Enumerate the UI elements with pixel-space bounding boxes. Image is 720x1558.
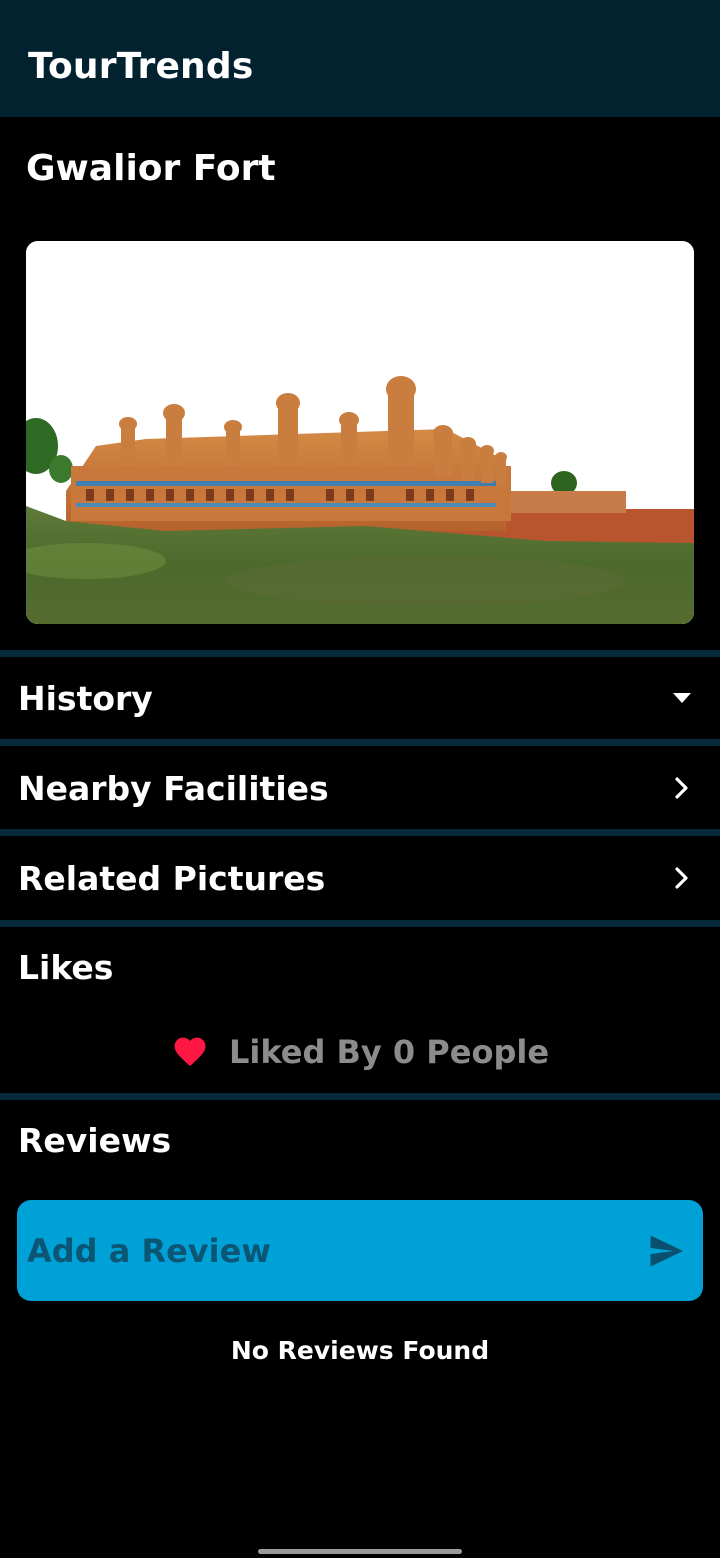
divider bbox=[0, 650, 720, 657]
caret-down-icon bbox=[662, 678, 702, 718]
reviews-title: Reviews bbox=[18, 1121, 172, 1160]
divider bbox=[0, 1093, 720, 1100]
review-input-container bbox=[17, 1200, 703, 1301]
home-indicator[interactable] bbox=[258, 1549, 462, 1554]
heart-icon[interactable] bbox=[171, 1033, 209, 1071]
chevron-right-icon bbox=[662, 858, 702, 898]
likes-title: Likes bbox=[18, 948, 114, 987]
place-title: Gwalior Fort bbox=[26, 148, 276, 189]
place-photo bbox=[26, 241, 694, 624]
chevron-right-icon bbox=[662, 768, 702, 808]
history-section-toggle[interactable]: History bbox=[0, 657, 720, 739]
divider bbox=[0, 739, 720, 746]
likes-count-text: Liked By 0 People bbox=[228, 1033, 550, 1071]
related-pictures-section[interactable]: Related Pictures bbox=[0, 837, 720, 919]
app-bar: TourTrends bbox=[0, 0, 720, 117]
no-reviews-text: No Reviews Found bbox=[230, 1336, 490, 1365]
related-pictures-label: Related Pictures bbox=[18, 858, 326, 898]
app-screen: TourTrends Gwalior Fort History Nearby F… bbox=[0, 0, 720, 1558]
app-title: TourTrends bbox=[28, 46, 254, 87]
fort-illustration bbox=[26, 241, 694, 624]
history-label: History bbox=[18, 678, 153, 718]
likes-row: Liked By 0 People bbox=[0, 1026, 720, 1078]
nearby-facilities-section[interactable]: Nearby Facilities bbox=[0, 747, 720, 829]
nearby-facilities-label: Nearby Facilities bbox=[18, 768, 329, 808]
divider bbox=[0, 829, 720, 836]
review-input[interactable] bbox=[27, 1231, 641, 1270]
divider bbox=[0, 920, 720, 927]
send-icon[interactable] bbox=[641, 1226, 691, 1276]
